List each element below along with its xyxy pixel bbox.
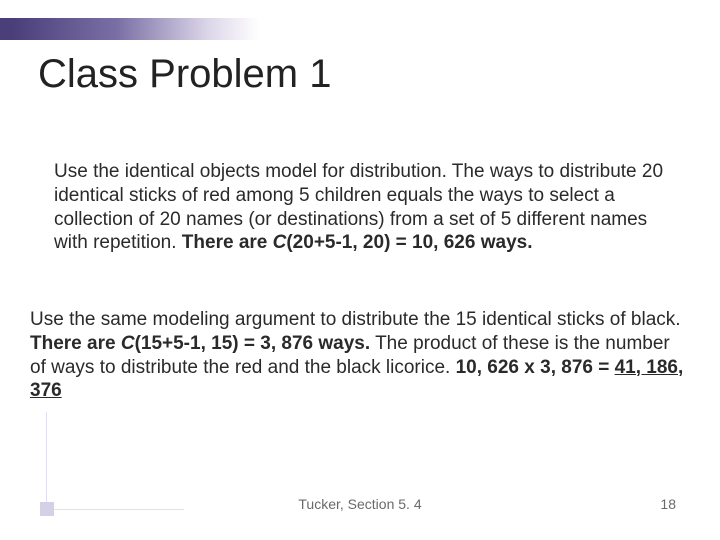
paragraph-1-answer: There are C(20+5-1, 20) = 10, 626 ways.: [182, 232, 533, 253]
answer-1-expr: (20+5-1, 20) = 10, 626 ways.: [286, 232, 532, 253]
answer-1-c: C: [273, 232, 287, 253]
page-number: 18: [660, 496, 676, 512]
slide-title: Class Problem 1: [38, 52, 331, 97]
paragraph-2-answer-a: There are C(15+5-1, 15) = 3, 876 ways.: [30, 333, 370, 354]
answer-2-c: C: [121, 333, 135, 354]
answer-2-expr: (15+5-1, 15) = 3, 876 ways.: [135, 333, 371, 354]
paragraph-2: Use the same modeling argument to distri…: [30, 308, 690, 403]
answer-2-prefix: There are: [30, 333, 121, 354]
slide: Class Problem 1 Use the identical object…: [0, 0, 720, 540]
accent-line-vertical: [46, 412, 47, 502]
answer-1-prefix: There are: [182, 232, 273, 253]
footer-center-text: Tucker, Section 5. 4: [0, 496, 720, 512]
header-gradient-bar: [0, 18, 260, 40]
paragraph-2-text-a: Use the same modeling argument to distri…: [30, 309, 681, 330]
paragraph-1: Use the identical objects model for dist…: [54, 160, 672, 255]
final-calc-prefix: 10, 626 x 3, 876 =: [456, 357, 615, 378]
